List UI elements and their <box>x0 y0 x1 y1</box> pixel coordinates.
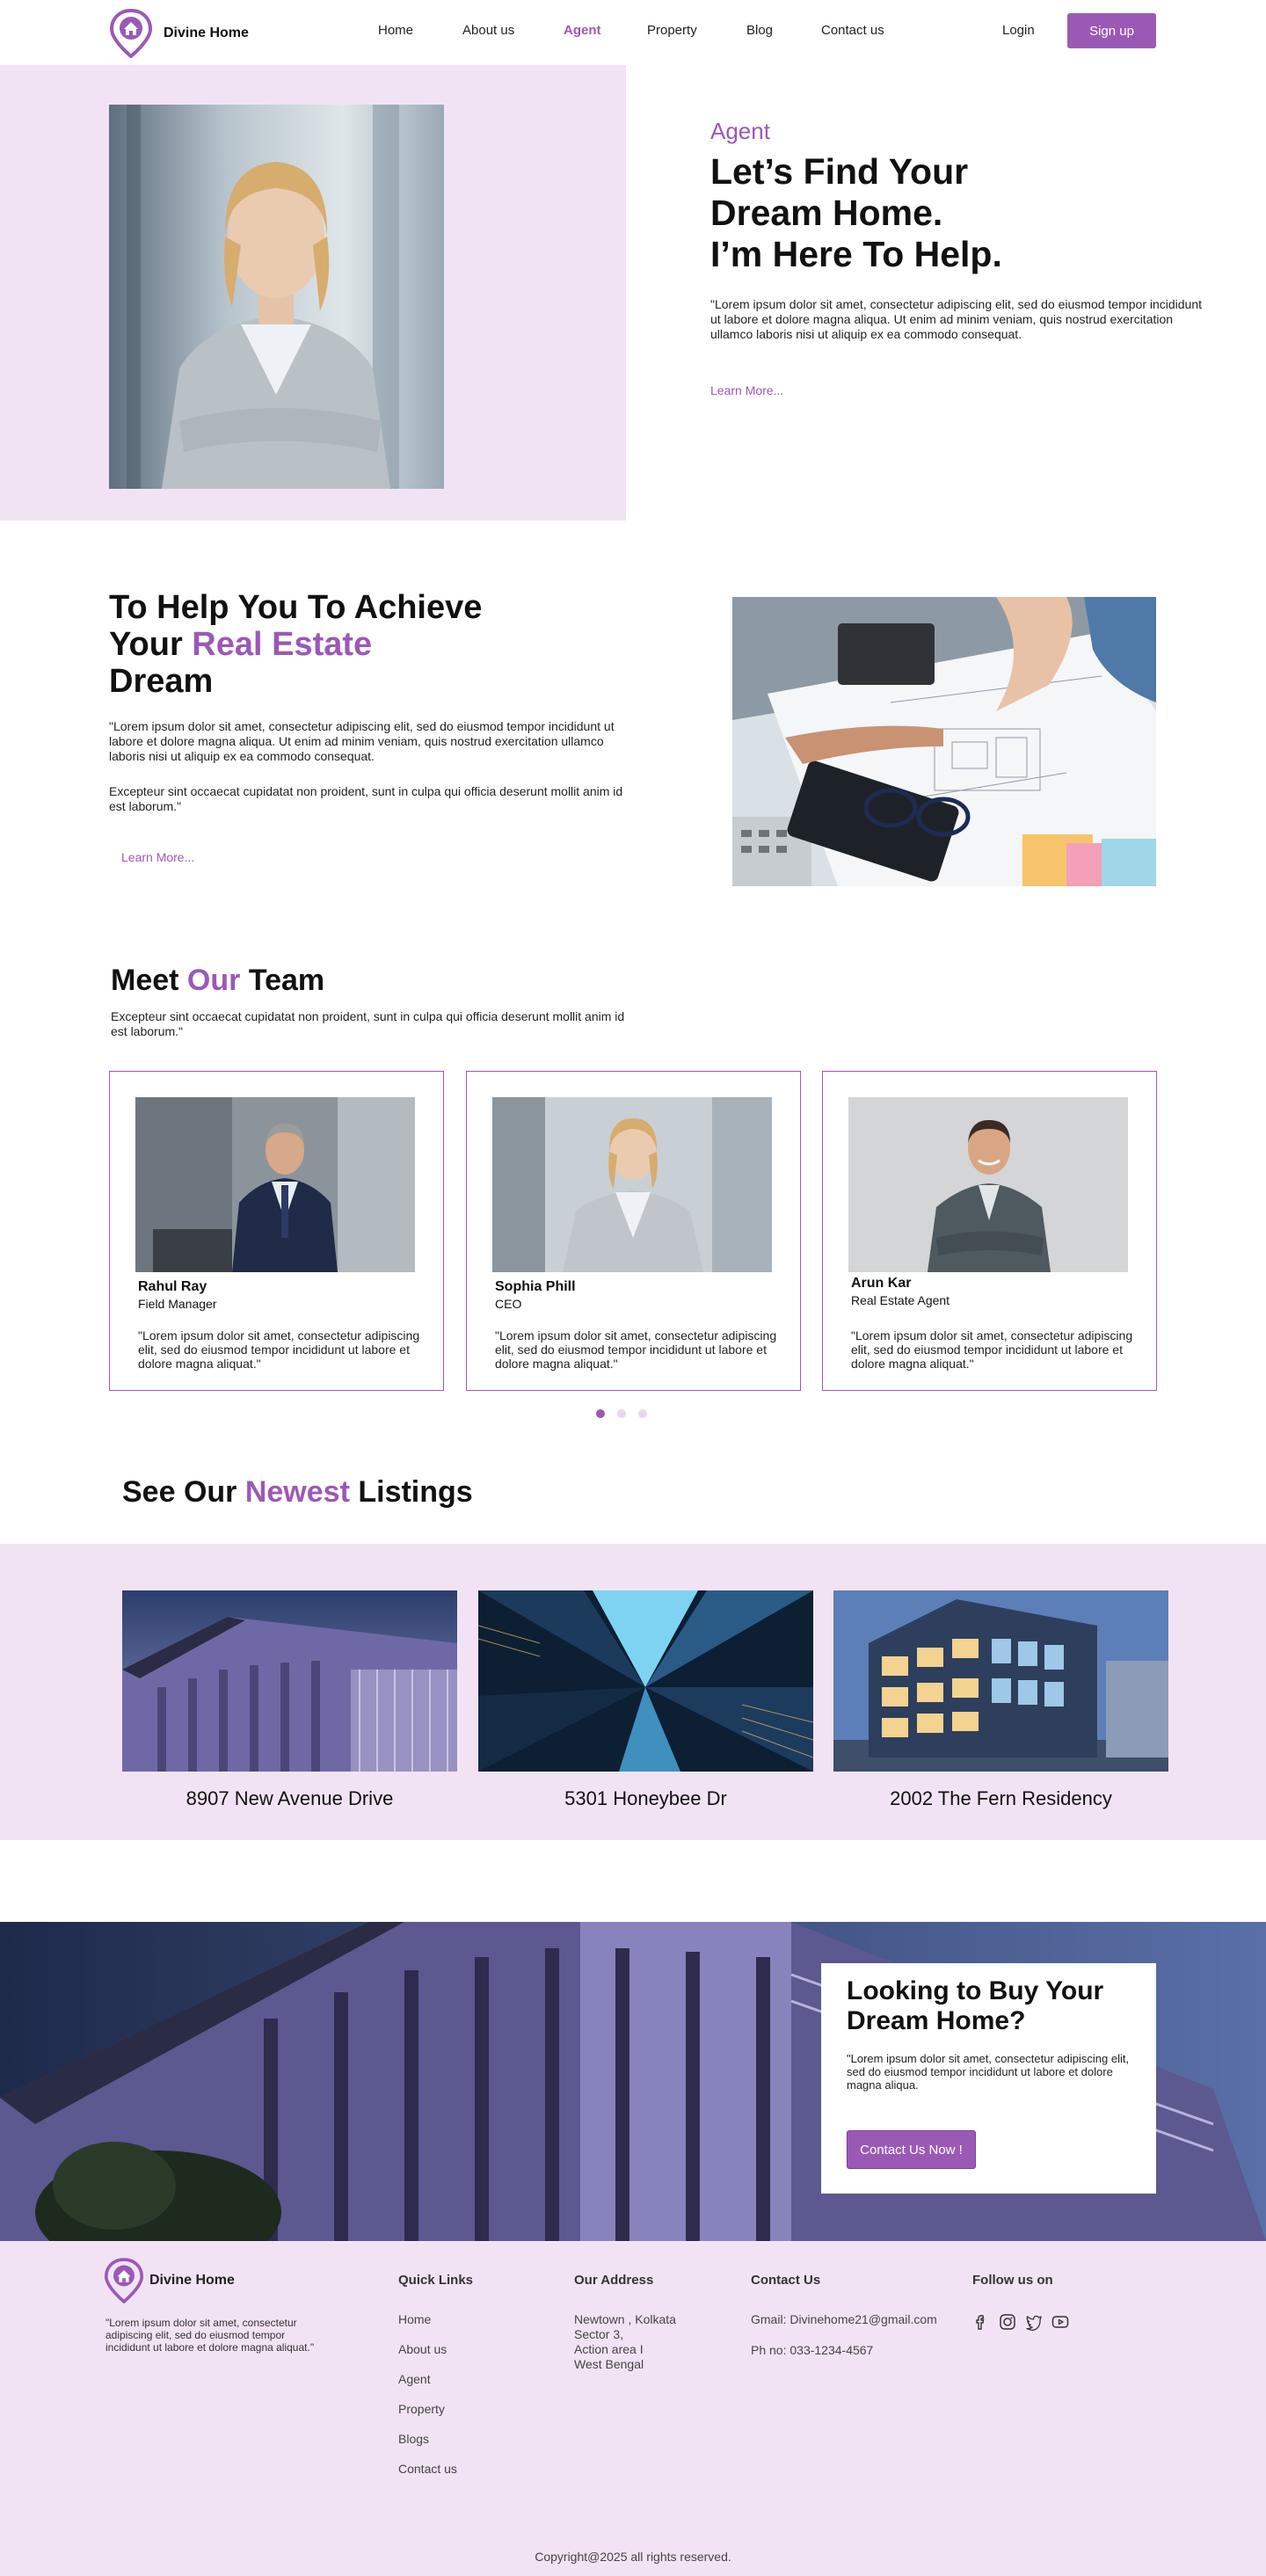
footer-link-property[interactable]: Property <box>398 2402 445 2416</box>
nav-home[interactable]: Home <box>378 23 413 38</box>
twitter-icon[interactable] <box>1024 2312 1044 2332</box>
listing-photo <box>478 1590 813 1772</box>
hero-description: "Lorem ipsum dolor sit amet, consectetur… <box>710 297 1203 341</box>
achieve-paragraph-2: Excepteur sint occaecat cupidatat non pr… <box>109 784 623 813</box>
nav-property[interactable]: Property <box>647 23 697 38</box>
team-card[interactable]: Sophia Phill CEO "Lorem ipsum dolor sit … <box>466 1071 801 1391</box>
hero-learn-more-link[interactable]: Learn More... <box>710 383 783 397</box>
address-line: Sector 3, <box>574 2327 624 2341</box>
team-member-photo <box>848 1097 1128 1272</box>
listings-title-part: See Our <box>122 1475 245 1509</box>
team-title-part: Meet <box>111 964 187 997</box>
hero-eyebrow: Agent <box>710 118 770 144</box>
follow-heading: Follow us on <box>972 2273 1053 2288</box>
footer-link-blogs[interactable]: Blogs <box>398 2432 429 2446</box>
team-card[interactable]: Rahul Ray Field Manager "Lorem ipsum dol… <box>109 1071 444 1391</box>
signup-button[interactable]: Sign up <box>1067 13 1156 48</box>
listings-title-highlight: Newest <box>244 1475 350 1509</box>
carousel-dot-1[interactable] <box>596 1409 605 1418</box>
footer-link-agent[interactable]: Agent <box>398 2372 431 2386</box>
footer-brand-name: Divine Home <box>149 2273 235 2288</box>
team-member-photo <box>492 1097 772 1272</box>
agent-portrait-image <box>109 105 444 489</box>
cta-card: Looking to Buy Your Dream Home? "Lorem i… <box>821 1963 1156 2194</box>
address-heading: Our Address <box>574 2273 654 2288</box>
team-member-name: Arun Kar <box>851 1276 912 1291</box>
blueprint-planning-image <box>732 597 1156 886</box>
achieve-title-line: Your <box>109 626 193 663</box>
address-line: Newtown , Kolkata <box>574 2312 676 2326</box>
navbar: Divine Home Home About us Agent Property… <box>0 0 1266 65</box>
contact-us-button[interactable]: Contact Us Now ! <box>847 2130 976 2169</box>
home-pin-icon <box>104 2258 144 2304</box>
team-card[interactable]: Arun Kar Real Estate Agent "Lorem ipsum … <box>822 1071 1157 1391</box>
contact-heading: Contact Us <box>751 2273 821 2288</box>
listing-card[interactable]: 8907 New Avenue Drive <box>122 1590 457 1810</box>
hero-title: Let’s Find Your Dream Home. I’m Here To … <box>710 151 1203 275</box>
team-title-highlight: Our <box>186 964 241 997</box>
footer: Divine Home "Lorem ipsum dolor sit amet,… <box>0 2241 1266 2576</box>
nav-contact[interactable]: Contact us <box>821 23 884 38</box>
team-title-part: Team <box>240 964 325 997</box>
listing-name: 2002 The Fern Residency <box>890 1787 1112 1809</box>
login-link[interactable]: Login <box>1002 23 1035 38</box>
social-links <box>971 2312 1070 2332</box>
nav-about[interactable]: About us <box>462 23 514 38</box>
nav-blog[interactable]: Blog <box>746 23 773 38</box>
team-member-role: Real Estate Agent <box>851 1293 950 1307</box>
cta-description: "Lorem ipsum dolor sit amet, consectetur… <box>847 2052 1130 2092</box>
hero-title-line: I’m Here To Help. <box>710 234 1002 274</box>
listing-photo <box>833 1590 1168 1772</box>
carousel-dot-2[interactable] <box>617 1409 626 1418</box>
team-member-name: Sophia Phill <box>495 1279 576 1294</box>
address-line: West Bengal <box>574 2357 644 2371</box>
achieve-title-line: Dream <box>109 663 214 700</box>
team-subtitle: Excepteur sint occaecat cupidatat non pr… <box>111 1009 625 1038</box>
copyright-text: Copyright@2025 all rights reserved. <box>535 2550 731 2564</box>
carousel-dot-3[interactable] <box>638 1409 647 1418</box>
carousel-dots <box>596 1409 647 1418</box>
team-title: Meet Our Team <box>111 964 324 998</box>
team-member-name: Rahul Ray <box>138 1279 207 1294</box>
achieve-paragraph-1: "Lorem ipsum dolor sit amet, consectetur… <box>109 719 615 763</box>
footer-brand-logo[interactable]: Divine Home <box>104 2257 235 2304</box>
listing-card[interactable]: 2002 The Fern Residency <box>833 1590 1168 1810</box>
listing-card[interactable]: 5301 Honeybee Dr <box>478 1590 813 1810</box>
cta-title: Looking to Buy Your Dream Home? <box>847 1976 1104 2035</box>
footer-about: "Lorem ipsum dolor sit amet, consectetur… <box>106 2317 315 2354</box>
instagram-icon[interactable] <box>998 2312 1017 2332</box>
listing-name: 5301 Honeybee Dr <box>564 1787 727 1809</box>
footer-address: Newtown , Kolkata Sector 3, Action area … <box>574 2312 676 2372</box>
listing-photo <box>122 1590 457 1772</box>
hero-title-line: Dream Home. <box>710 193 943 233</box>
listings-title-part: Listings <box>349 1475 473 1509</box>
footer-link-contact[interactable]: Contact us <box>398 2462 457 2476</box>
listings-title: See Our Newest Listings <box>122 1475 473 1510</box>
quick-links-heading: Quick Links <box>398 2273 474 2288</box>
team-member-bio: "Lorem ipsum dolor sit amet, consectetur… <box>851 1328 1133 1371</box>
hero-title-line: Let’s Find Your <box>710 151 969 192</box>
footer-link-about[interactable]: About us <box>398 2342 447 2356</box>
team-member-bio: "Lorem ipsum dolor sit amet, consectetur… <box>495 1328 777 1371</box>
youtube-icon[interactable] <box>1051 2312 1070 2332</box>
team-member-role: Field Manager <box>138 1297 217 1311</box>
nav-agent[interactable]: Agent <box>564 23 601 38</box>
achieve-title-highlight: Real Estate <box>192 626 373 663</box>
achieve-title: To Help You To Achieve Your Real Estate … <box>109 589 601 700</box>
team-member-bio: "Lorem ipsum dolor sit amet, consectetur… <box>138 1328 420 1371</box>
footer-email[interactable]: Gmail: Divinehome21@gmail.com <box>751 2312 937 2326</box>
footer-link-home[interactable]: Home <box>398 2312 431 2326</box>
team-member-photo <box>135 1097 415 1272</box>
footer-phone[interactable]: Ph no: 033-1234-4567 <box>751 2343 873 2357</box>
listing-name: 8907 New Avenue Drive <box>186 1787 394 1809</box>
achieve-learn-more-link[interactable]: Learn More... <box>121 850 194 864</box>
facebook-icon[interactable] <box>971 2312 991 2332</box>
achieve-title-line: To Help You To Achieve <box>109 589 483 626</box>
address-line: Action area I <box>574 2342 644 2356</box>
team-member-role: CEO <box>495 1297 522 1311</box>
